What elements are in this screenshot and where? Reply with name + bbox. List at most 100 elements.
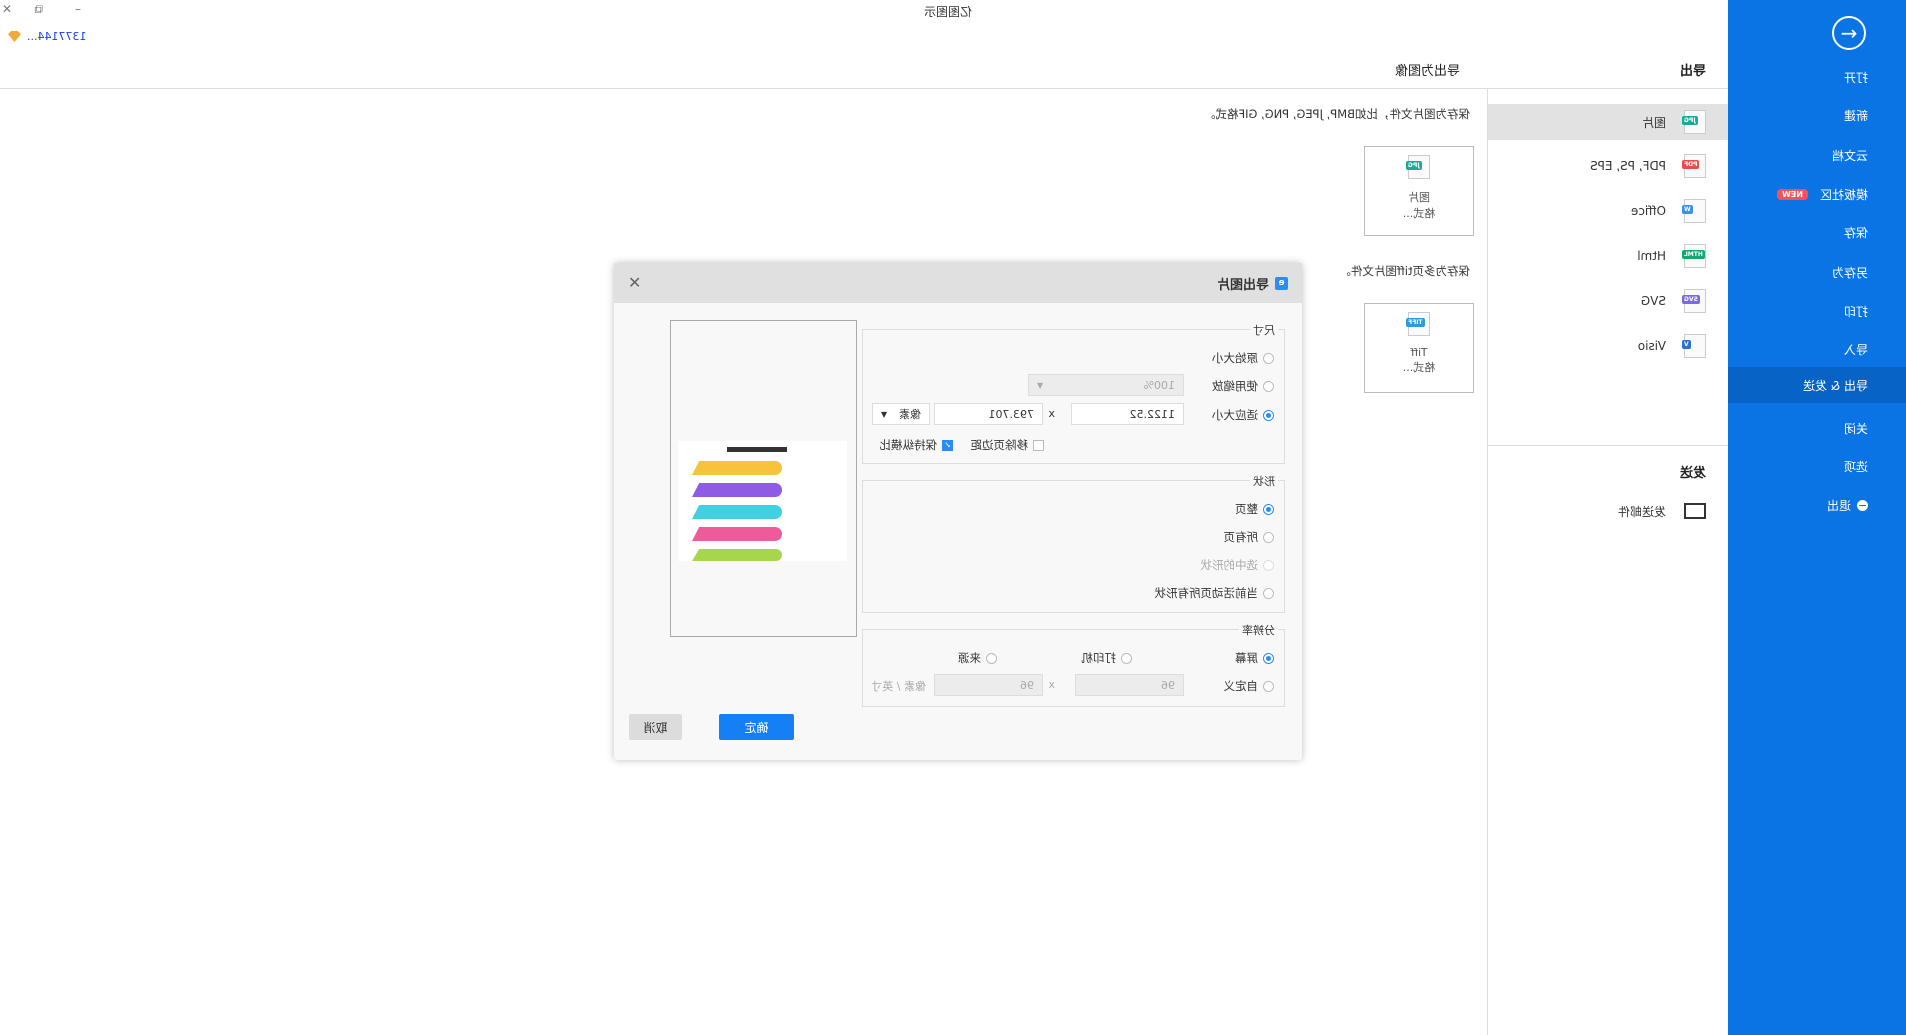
sidebar-item-options[interactable]: 选项	[1728, 448, 1906, 484]
label: Visio	[1637, 339, 1666, 353]
preview-thumbnail	[678, 441, 847, 561]
source-radio[interactable]: 来源	[958, 650, 997, 666]
new-badge: NEW	[1777, 188, 1808, 200]
dialog-header: e 导出图片	[614, 263, 1302, 303]
sidebar-item-save-as[interactable]: 另存为	[1728, 254, 1906, 290]
checkbox[interactable]	[1033, 439, 1044, 451]
word-file-icon: W	[1682, 199, 1706, 223]
thumbnail-bar	[692, 527, 782, 541]
card-sublabel: 格式...	[1402, 361, 1436, 374]
radio[interactable]	[1263, 380, 1274, 392]
export-item-office[interactable]: W Office	[1488, 193, 1728, 229]
dpi-unit-label: 像素 / 英寸	[871, 680, 926, 693]
label: Office	[1630, 204, 1666, 218]
card-sublabel: 格式...	[1402, 207, 1436, 220]
unit-select[interactable]: 像素 ▼	[872, 403, 930, 425]
back-arrow-icon[interactable]: ←	[1832, 16, 1866, 50]
active-page-shapes-radio[interactable]: 当前活动页所有形状	[1155, 585, 1274, 601]
cancel-button[interactable]: 取消	[629, 714, 682, 740]
radio[interactable]	[1263, 352, 1274, 364]
export-item-html[interactable]: HTML Html	[1488, 238, 1728, 274]
thumbnail-bar	[692, 483, 782, 497]
size-group: 尺寸 原始大小 使用缩放 100% ▼ 适应大小 1122.52 x 793.70…	[862, 322, 1285, 464]
size-legend: 尺寸	[1250, 322, 1278, 338]
screen-radio[interactable]: 屏幕	[1235, 650, 1274, 666]
restore-button[interactable]: ⧉	[34, 2, 43, 17]
export-item-svg[interactable]: SVG SVG	[1488, 283, 1728, 319]
app-logo-icon: e	[1275, 276, 1288, 290]
card-label: Tiff	[1410, 346, 1428, 359]
pdf-file-icon: PDF	[1682, 154, 1706, 178]
tiff-description: 保存为多页tiff图片文件。	[1339, 264, 1470, 278]
send-email-item[interactable]: 发送邮件	[1488, 493, 1728, 529]
export-item-image[interactable]: JPG 图片	[1488, 104, 1728, 140]
width-input[interactable]: 1122.52	[1071, 403, 1184, 425]
image-description: 保存为图片文件，比如BMP, JPEG, PNG, GIF格式。	[1203, 107, 1470, 121]
divider	[1487, 88, 1488, 1035]
minimize-button[interactable]: –	[75, 2, 81, 16]
label: 保存	[1843, 225, 1868, 240]
keep-ratio-checkbox[interactable]: ✓ 保持纵横比	[880, 437, 953, 453]
remove-margin-checkbox[interactable]: 移除页边距	[971, 437, 1044, 453]
thumbnail-title	[727, 447, 787, 452]
use-zoom-radio[interactable]: 使用缩放	[1212, 378, 1274, 394]
export-image-dialog: e 导出图片 ✕ 尺寸 原始大小 使用缩放 100% ▼ 适应大小 1122.52 …	[614, 263, 1302, 760]
tiff-format-card[interactable]: TIFF Tiff 格式...	[1364, 303, 1474, 393]
app-window: 亿图图示 – ⧉ ✕ 1377144... ← 打开 新建 云文档 模板社区 NE…	[0, 0, 1906, 1035]
original-size-radio[interactable]: 原始大小	[1212, 350, 1274, 366]
radio[interactable]	[1263, 409, 1274, 421]
resolution-legend: 分辨率	[1239, 622, 1278, 638]
svg-file-icon: SVG	[1682, 289, 1706, 313]
jpg-file-icon: JPG	[1406, 155, 1430, 179]
times-label: x	[1048, 678, 1055, 691]
shape-legend: 形状	[1250, 473, 1278, 489]
sidebar-item-open[interactable]: 打开	[1728, 59, 1906, 95]
zoom-select[interactable]: 100% ▼	[1028, 374, 1184, 396]
divider	[0, 88, 1728, 89]
label: 模板社区	[1819, 187, 1868, 202]
export-heading: 导出	[1679, 64, 1706, 79]
user-account[interactable]: 1377144...	[8, 30, 86, 43]
divider	[1488, 445, 1728, 446]
user-name[interactable]: 1377144...	[27, 30, 86, 43]
label: 关闭	[1843, 421, 1868, 436]
dialog-title: 导出图片	[1216, 277, 1269, 293]
sidebar-item-new[interactable]: 新建	[1728, 97, 1906, 133]
export-item-visio[interactable]: V Visio	[1488, 328, 1728, 364]
ok-button[interactable]: 确定	[719, 714, 794, 740]
label: 新建	[1843, 108, 1868, 123]
sidebar: ← 打开 新建 云文档 模板社区 NEW 保存 另存为 打印 导入 导出 & 发送…	[1728, 0, 1906, 1035]
sidebar-item-import[interactable]: 导入	[1728, 331, 1906, 367]
sidebar-item-close[interactable]: 关闭	[1728, 410, 1906, 446]
selected-shapes-radio: 选中的形状	[1201, 557, 1274, 573]
height-input[interactable]: 793.701	[934, 403, 1043, 425]
label: 退出	[1826, 498, 1851, 513]
label: 图片	[1641, 115, 1666, 130]
sidebar-item-templates[interactable]: 模板社区 NEW	[1728, 176, 1906, 212]
vip-gem-icon	[8, 31, 21, 42]
dpi-x-input[interactable]: 96	[1075, 674, 1184, 696]
image-format-card[interactable]: JPG 图片 格式...	[1364, 146, 1474, 236]
checkbox[interactable]: ✓	[942, 439, 953, 451]
all-pages-radio[interactable]: 所有页	[1224, 529, 1274, 545]
sidebar-item-exit[interactable]: 退出	[1728, 487, 1906, 523]
window-title: 亿图图示	[924, 5, 973, 19]
sidebar-item-cloud[interactable]: 云文档	[1728, 137, 1906, 173]
sidebar-item-print[interactable]: 打印	[1728, 293, 1906, 329]
printer-radio[interactable]: 打印机	[1082, 650, 1132, 666]
thumbnail-bar	[692, 549, 782, 561]
export-item-pdf[interactable]: PDF PDF, PS, EPS	[1488, 148, 1728, 184]
label: 选项	[1843, 459, 1868, 474]
visio-file-icon: V	[1682, 334, 1706, 358]
whole-page-radio[interactable]: 整页	[1235, 501, 1274, 517]
sidebar-item-save[interactable]: 保存	[1728, 214, 1906, 250]
custom-radio[interactable]: 自定义	[1224, 678, 1274, 694]
dpi-y-input[interactable]: 96	[934, 674, 1043, 696]
mail-icon	[1684, 503, 1706, 519]
sidebar-item-export-send[interactable]: 导出 & 发送	[1728, 367, 1906, 403]
jpg-file-icon: JPG	[1682, 110, 1706, 134]
resolution-group: 分辨率 屏幕 打印机 来源 自定义 96 x 96 像素 / 英寸	[862, 622, 1285, 707]
fit-size-radio[interactable]: 适应大小	[1212, 407, 1274, 423]
close-window-button[interactable]: ✕	[2, 2, 12, 16]
close-icon[interactable]: ✕	[628, 273, 641, 292]
